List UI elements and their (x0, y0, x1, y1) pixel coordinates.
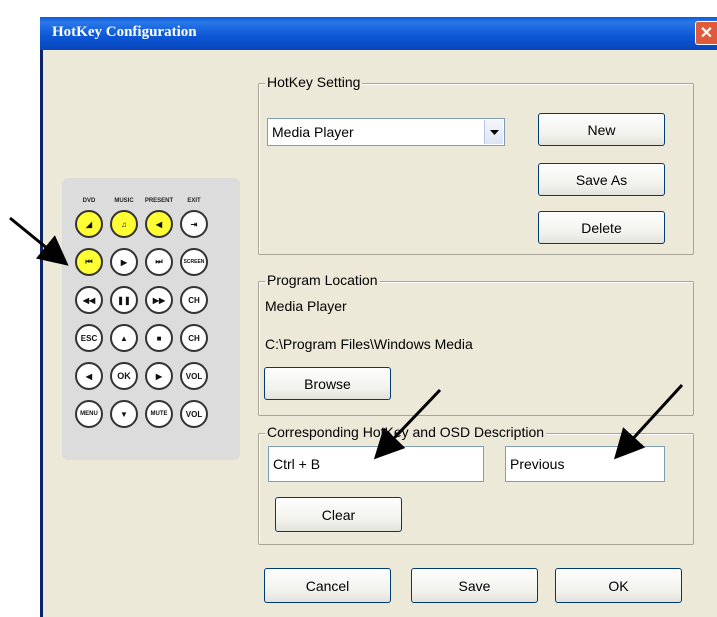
annotation-arrows (9, 216, 684, 460)
arrow-to-osd-input (613, 383, 684, 460)
arrow-to-previous-key (9, 216, 69, 266)
arrow-to-hotkey-input (373, 388, 442, 460)
